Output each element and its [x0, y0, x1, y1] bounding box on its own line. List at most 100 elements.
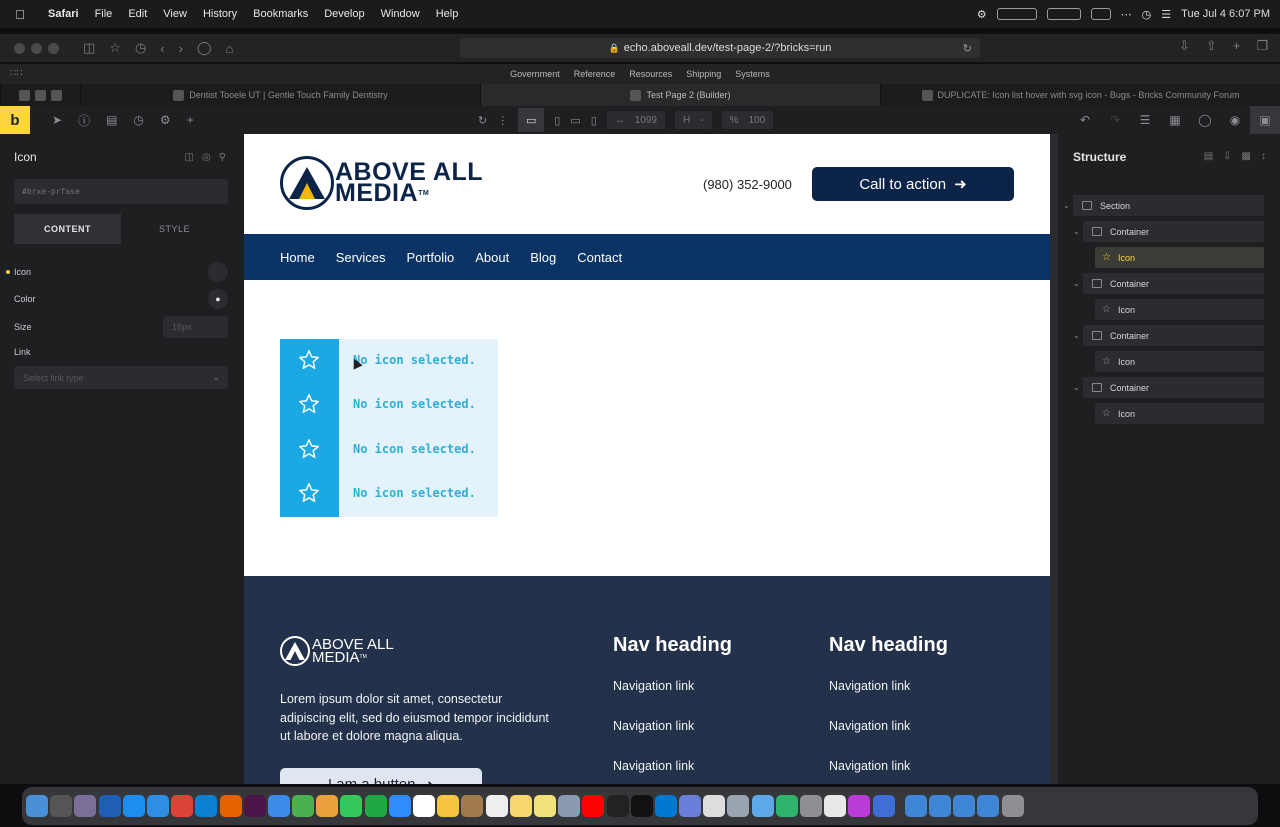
- notes-icon[interactable]: [509, 795, 532, 817]
- structure-icon[interactable]: ☆ Icon: [1095, 299, 1264, 320]
- footer-nav-link[interactable]: Navigation link: [829, 719, 910, 733]
- nav-home[interactable]: Home: [280, 250, 315, 265]
- favorite-government[interactable]: Government: [510, 69, 560, 79]
- clipboard-icon[interactable]: ▤: [1204, 151, 1213, 162]
- address-bar[interactable]: 🔒 echo.aboveall.dev/test-page-2/?bricks=…: [460, 38, 980, 58]
- chevron-down-icon[interactable]: ⌄: [1073, 279, 1080, 288]
- zoom-field[interactable]: % 100: [721, 111, 774, 129]
- css-id-field[interactable]: #brxe-prfase: [14, 179, 228, 204]
- app-icon[interactable]: [751, 795, 774, 817]
- firefox-icon[interactable]: [219, 795, 242, 817]
- nav-services[interactable]: Services: [336, 250, 386, 265]
- tablet-breakpoint-icon[interactable]: ▯: [554, 114, 560, 127]
- calendar-icon[interactable]: [413, 795, 435, 817]
- share-icon[interactable]: ⇧: [1206, 38, 1217, 54]
- collapse-icon[interactable]: ↕: [1261, 151, 1266, 162]
- toggle-icon[interactable]: ◫: [184, 152, 193, 163]
- footer-button[interactable]: I am a button ➜: [280, 768, 482, 784]
- slack-icon[interactable]: [243, 795, 266, 817]
- structure-icon-selected[interactable]: ☆ Icon: [1095, 247, 1264, 268]
- canvas-scrollbar[interactable]: [1050, 134, 1058, 784]
- shield-icon[interactable]: ◯: [197, 40, 212, 56]
- trash-icon[interactable]: ▩: [1242, 151, 1251, 162]
- pages-icon[interactable]: ▤: [106, 113, 117, 127]
- footer-nav-link[interactable]: Navigation link: [829, 679, 910, 693]
- icon-picker-button[interactable]: [208, 262, 228, 282]
- icon-list-item[interactable]: No icon selected.: [280, 339, 498, 383]
- structure-container[interactable]: Container: [1083, 221, 1264, 242]
- nav-portfolio[interactable]: Portfolio: [407, 250, 455, 265]
- folder-icon[interactable]: ▦: [1160, 113, 1190, 127]
- tab-forum[interactable]: DUPLICATE: Icon list hover with svg icon…: [880, 84, 1280, 106]
- history-icon[interactable]: ◷: [135, 40, 146, 56]
- finder-icon[interactable]: [26, 795, 48, 817]
- structure-icon[interactable]: ☆ Icon: [1095, 403, 1264, 424]
- battery-icon[interactable]: [1090, 8, 1111, 20]
- facetime-icon[interactable]: [364, 795, 387, 817]
- tab-test-page[interactable]: Test Page 2 (Builder): [480, 84, 880, 106]
- search-icon[interactable]: ⚲: [219, 152, 226, 163]
- call-to-action-button[interactable]: Call to action ➜: [812, 167, 1014, 201]
- terminal-icon[interactable]: [630, 795, 653, 817]
- reminders-icon[interactable]: [485, 795, 508, 817]
- tab-overview-icon[interactable]: ❐: [1256, 38, 1268, 54]
- menu-edit[interactable]: Edit: [120, 8, 155, 20]
- pointer-icon[interactable]: ➤: [52, 113, 62, 127]
- app-icon[interactable]: [74, 795, 97, 817]
- landscape-breakpoint-icon[interactable]: ▭: [570, 114, 580, 127]
- menu-window[interactable]: Window: [373, 8, 428, 20]
- tab-content[interactable]: CONTENT: [14, 214, 121, 244]
- builder-canvas[interactable]: ABOVE ALL MEDIATM (980) 352-9000 Call to…: [244, 134, 1050, 784]
- menu-file[interactable]: File: [87, 8, 121, 20]
- notes-app-icon[interactable]: [437, 795, 460, 817]
- chevron-down-icon[interactable]: ⌄: [1073, 383, 1080, 392]
- chrome-icon[interactable]: [171, 795, 194, 817]
- footer-nav-link[interactable]: Navigation link: [613, 719, 694, 733]
- close-window-button[interactable]: [14, 42, 25, 54]
- affinity-icon[interactable]: [872, 795, 895, 817]
- help-icon[interactable]: ⓘ: [78, 112, 90, 129]
- tab-dentist[interactable]: Dentist Tooele UT | Gentle Touch Family …: [80, 84, 480, 106]
- minimize-window-button[interactable]: [31, 42, 42, 54]
- app-icon[interactable]: [606, 795, 629, 817]
- archive-icon[interactable]: [461, 795, 484, 817]
- favorite-resources[interactable]: Resources: [629, 69, 672, 79]
- youtube-icon[interactable]: [582, 795, 605, 817]
- site-logo[interactable]: ABOVE ALL MEDIATM: [280, 156, 483, 210]
- app-store-icon[interactable]: [122, 795, 145, 817]
- structure-icon[interactable]: ☆ Icon: [1095, 351, 1264, 372]
- size-input[interactable]: 16px: [163, 316, 228, 338]
- refresh-icon[interactable]: ↻: [478, 114, 487, 127]
- pinned-tab-icon[interactable]: [51, 89, 62, 101]
- pinned-tab-icon[interactable]: [19, 89, 30, 101]
- stickies-icon[interactable]: [533, 795, 556, 817]
- menu-history[interactable]: History: [195, 8, 245, 20]
- apple-icon[interactable]: : [0, 7, 40, 22]
- nav-blog[interactable]: Blog: [530, 250, 556, 265]
- footer-nav-link[interactable]: Navigation link: [829, 759, 910, 773]
- maps-icon[interactable]: [292, 795, 315, 817]
- chevron-down-icon[interactable]: ⌄: [1073, 227, 1080, 236]
- nav-contact[interactable]: Contact: [577, 250, 622, 265]
- download-icon[interactable]: ⇩: [1223, 151, 1231, 162]
- menu-bookmarks[interactable]: Bookmarks: [245, 8, 316, 20]
- save-icon[interactable]: ▣: [1250, 106, 1280, 134]
- pinned-tab-icon[interactable]: [35, 89, 46, 101]
- menu-develop[interactable]: Develop: [316, 8, 372, 20]
- grid-icon[interactable]: ∷∷: [10, 68, 23, 79]
- menu-app-name[interactable]: Safari: [40, 8, 87, 20]
- favorite-systems[interactable]: Systems: [735, 69, 770, 79]
- control-center-icon[interactable]: ☰: [1161, 8, 1171, 21]
- footer-nav-link[interactable]: Navigation link: [613, 759, 694, 773]
- app-icon[interactable]: [848, 795, 871, 817]
- icon-list[interactable]: No icon selected. No icon selected. No i…: [280, 339, 498, 517]
- download-icon[interactable]: ⇩: [1179, 38, 1190, 54]
- app-icon[interactable]: [679, 795, 702, 817]
- icon-list-item[interactable]: No icon selected.: [280, 428, 498, 472]
- icon-list-item[interactable]: No icon selected.: [280, 472, 498, 516]
- folder-icon[interactable]: [977, 795, 1000, 817]
- more-icon[interactable]: ⋯: [1121, 8, 1132, 21]
- desktop-breakpoint-icon[interactable]: ▭: [518, 108, 545, 132]
- messages-icon[interactable]: [340, 795, 363, 817]
- back-icon[interactable]: ‹: [160, 41, 164, 56]
